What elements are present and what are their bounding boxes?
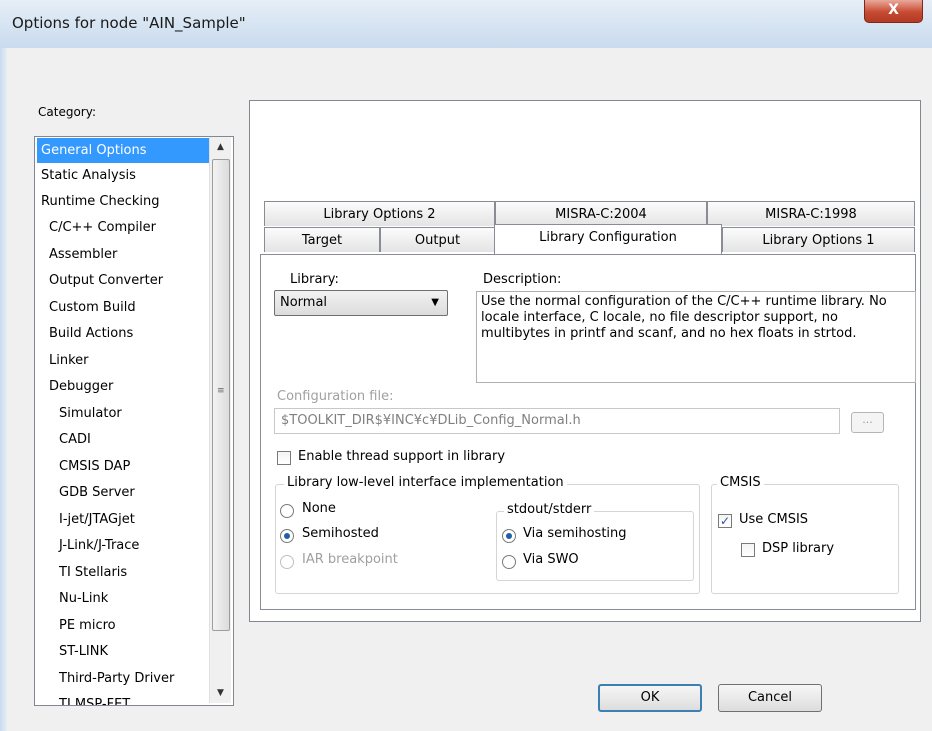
radio-via-semihosting-label: Via semihosting xyxy=(523,526,627,541)
category-item-pe-micro[interactable]: PE micro xyxy=(55,613,120,638)
check-icon: ✓ xyxy=(719,514,731,528)
library-label: Library: xyxy=(290,272,339,287)
thread-support-label: Enable thread support in library xyxy=(298,449,506,464)
radio-semihosted[interactable] xyxy=(280,529,294,543)
tab-output[interactable]: Output xyxy=(380,227,495,252)
category-item-custom-build[interactable]: Custom Build xyxy=(45,295,140,320)
window-title: Options for node "AIN_Sample" xyxy=(12,14,246,32)
ok-button[interactable]: OK xyxy=(598,684,702,712)
close-icon: X xyxy=(888,2,899,18)
grip-icon: ≡ xyxy=(217,386,225,396)
category-item-cmsis-dap[interactable]: CMSIS DAP xyxy=(55,454,134,479)
radio-via-swo[interactable] xyxy=(502,555,516,569)
category-item-runtime-checking[interactable]: Runtime Checking xyxy=(37,189,164,214)
use-cmsis-label: Use CMSIS xyxy=(739,512,809,527)
description-label: Description: xyxy=(483,272,562,287)
title-bar: Options for node "AIN_Sample" X xyxy=(0,0,932,48)
tab-library-options-2[interactable]: Library Options 2 xyxy=(264,201,495,226)
scroll-up-icon[interactable]: ▲ xyxy=(210,137,231,157)
cancel-button[interactable]: Cancel xyxy=(718,684,822,712)
tab-misra-c-2004[interactable]: MISRA-C:2004 xyxy=(495,201,707,226)
radio-none[interactable] xyxy=(280,504,294,518)
category-item-simulator[interactable]: Simulator xyxy=(55,401,126,426)
radio-none-label: None xyxy=(302,501,336,516)
category-item-cadi[interactable]: CADI xyxy=(55,427,95,452)
category-item-c-compiler[interactable]: C/C++ Compiler xyxy=(45,215,160,240)
tab-library-options-1[interactable]: Library Options 1 xyxy=(722,227,915,252)
scroll-thumb[interactable]: ≡ xyxy=(212,159,230,631)
library-select[interactable]: Normal ▼ xyxy=(274,290,448,316)
tab-target[interactable]: Target xyxy=(264,227,380,252)
window-left-border xyxy=(0,48,7,731)
browse-button[interactable]: ... xyxy=(851,412,884,433)
category-item-ijet[interactable]: I-jet/JTAGjet xyxy=(55,507,139,532)
category-item-general-options[interactable]: General Options xyxy=(37,138,209,163)
tab-library-configuration[interactable]: Library Configuration xyxy=(494,224,722,254)
config-file-input[interactable]: $TOOLKIT_DIR$¥INC¥c¥DLib_Config_Normal.h xyxy=(274,408,840,434)
chevron-down-icon: ▼ xyxy=(431,297,439,308)
category-item-jlink[interactable]: J-Link/J-Trace xyxy=(55,533,143,558)
radio-iar-breakpoint[interactable] xyxy=(280,555,294,569)
dsp-library-label: DSP library xyxy=(762,541,835,556)
config-file-label: Configuration file: xyxy=(277,389,394,404)
low-level-group-title: Library low-level interface implementati… xyxy=(284,475,567,490)
scroll-down-icon[interactable]: ▼ xyxy=(210,683,231,703)
use-cmsis-checkbox[interactable]: ✓ xyxy=(718,514,732,528)
stdout-group xyxy=(496,511,694,581)
category-item-debugger[interactable]: Debugger xyxy=(45,374,117,399)
category-item-nu-link[interactable]: Nu-Link xyxy=(55,586,112,611)
thread-support-checkbox[interactable] xyxy=(277,451,291,465)
category-scrollbar[interactable]: ▲ ≡ ▼ xyxy=(209,137,231,703)
cmsis-group xyxy=(711,484,899,594)
close-button[interactable]: X xyxy=(864,0,923,23)
category-item-third-party-driver[interactable]: Third-Party Driver xyxy=(55,666,178,691)
category-item-output-converter[interactable]: Output Converter xyxy=(45,268,167,293)
category-item-assembler[interactable]: Assembler xyxy=(45,242,121,267)
category-label: Category: xyxy=(38,105,96,119)
library-value: Normal xyxy=(280,295,328,310)
category-item-static-analysis[interactable]: Static Analysis xyxy=(37,163,140,188)
radio-iar-breakpoint-label: IAR breakpoint xyxy=(302,552,398,567)
category-item-ti-msp-fet[interactable]: TI MSP-FET xyxy=(55,692,134,705)
cmsis-group-title: CMSIS xyxy=(717,475,764,490)
stdout-group-title: stdout/stderr xyxy=(504,502,595,517)
radio-via-swo-label: Via SWO xyxy=(523,552,579,567)
dsp-library-checkbox[interactable] xyxy=(741,543,755,557)
tab-misra-c-1998[interactable]: MISRA-C:1998 xyxy=(707,201,915,226)
category-item-ti-stellaris[interactable]: TI Stellaris xyxy=(55,560,131,585)
category-item-build-actions[interactable]: Build Actions xyxy=(45,321,137,346)
category-item-linker[interactable]: Linker xyxy=(45,348,93,373)
category-item-st-link[interactable]: ST-LINK xyxy=(55,639,112,664)
radio-semihosted-label: Semihosted xyxy=(302,526,379,541)
category-item-gdb-server[interactable]: GDB Server xyxy=(55,480,139,505)
category-list[interactable]: General Options Static Analysis Runtime … xyxy=(34,136,234,706)
description-text: Use the normal configuration of the C/C+… xyxy=(476,291,916,383)
radio-via-semihosting[interactable] xyxy=(502,529,516,543)
